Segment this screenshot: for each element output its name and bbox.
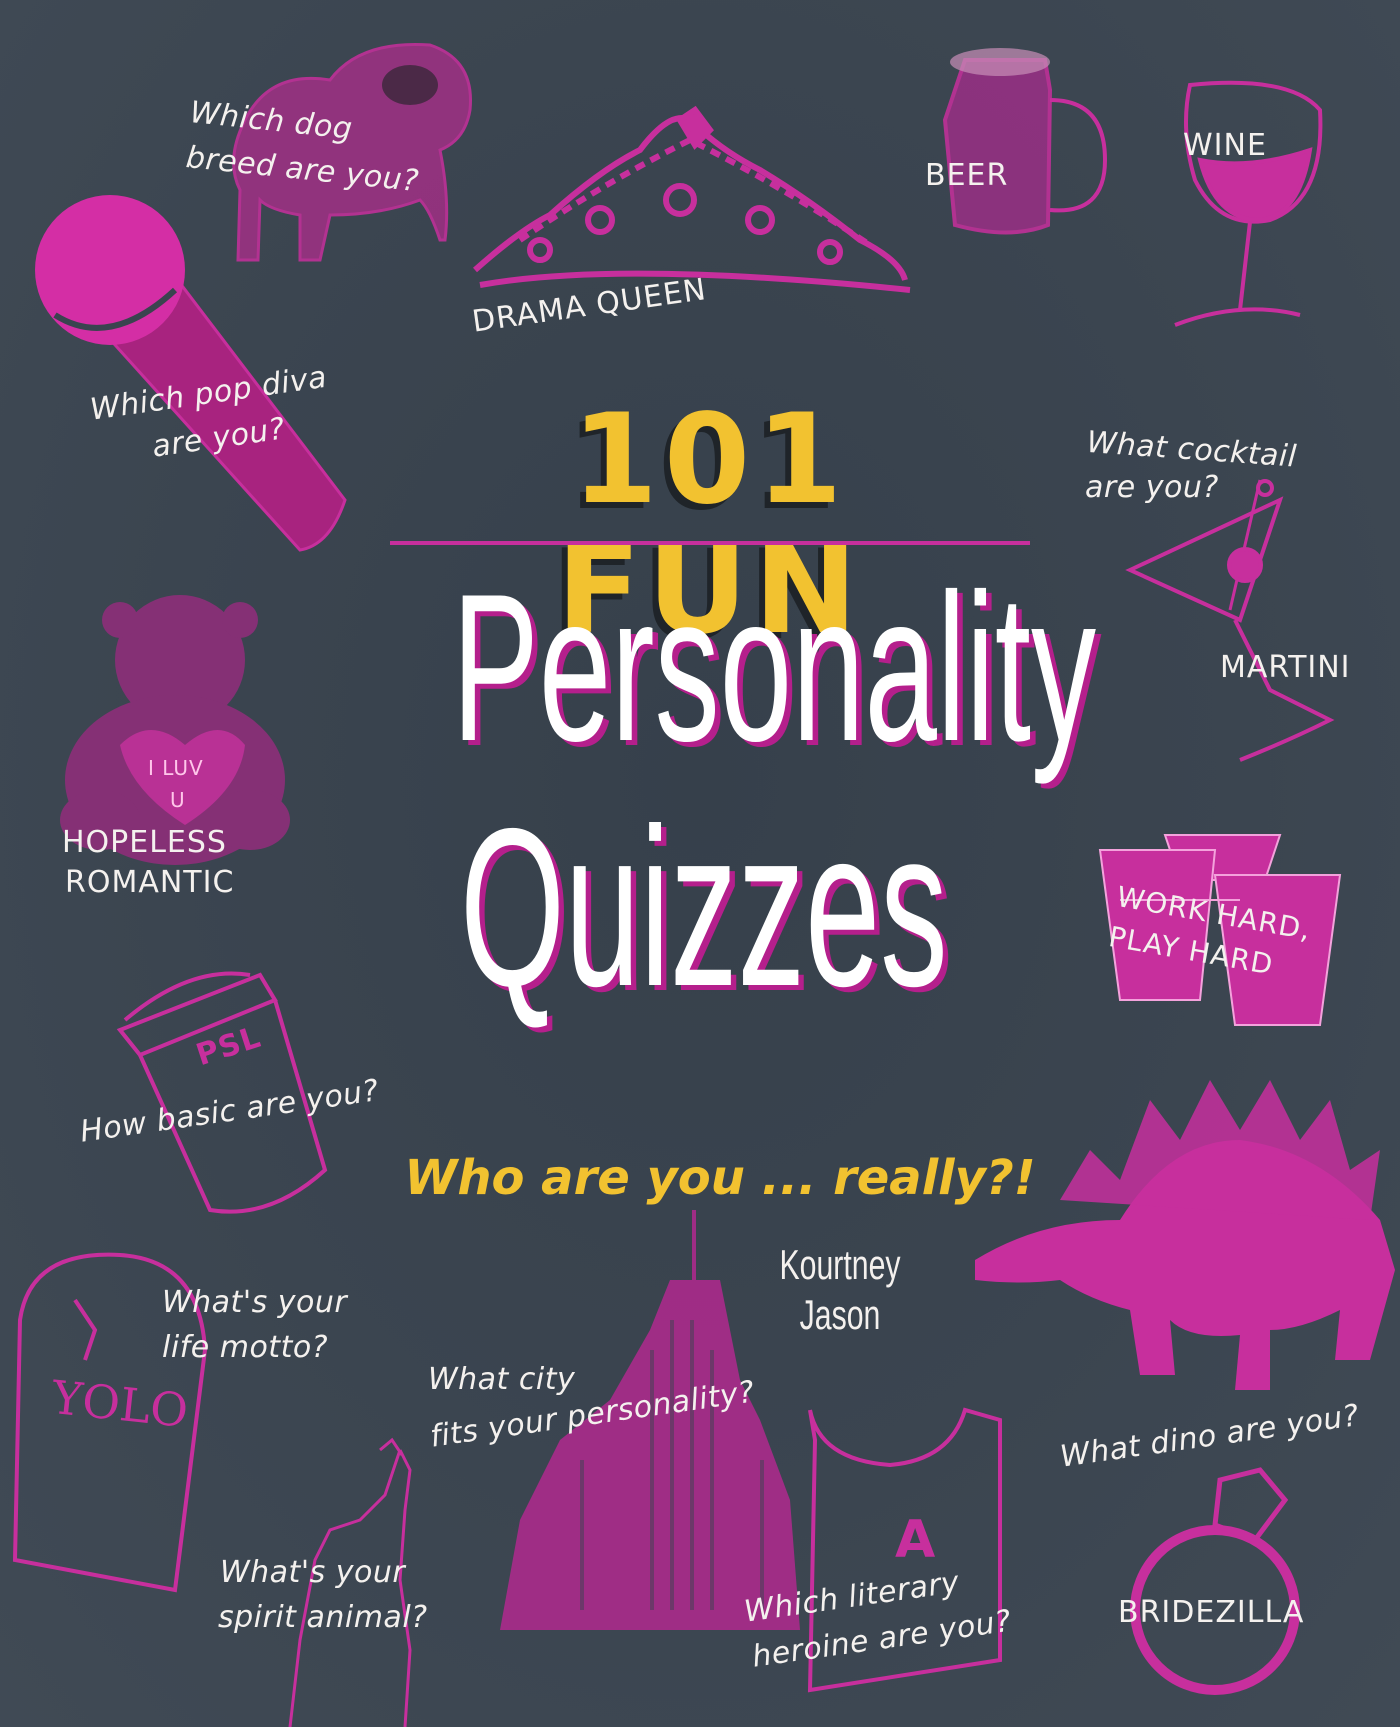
beer-label: BEER [925, 158, 1009, 193]
motto-label-line2: life motto? [162, 1330, 329, 1365]
spirit-label-line1: What's your [220, 1555, 406, 1590]
wine-label: WINE [1183, 128, 1267, 163]
author-name: Kourtney Jason [779, 1241, 901, 1338]
wine-glass-icon [1174, 80, 1323, 327]
spirit-label-line2: spirit animal? [218, 1600, 428, 1635]
title-personality: Personality [452, 550, 1097, 785]
tiara-icon [473, 105, 911, 293]
bridezilla-label: BRIDEZILLA [1118, 1595, 1305, 1630]
motto-label-line1: What's your [162, 1285, 348, 1320]
title-quizzes: Quizzes [460, 781, 948, 1033]
romantic-label-line2: ROMANTIC [65, 865, 235, 900]
beer-mug-icon [942, 48, 1108, 235]
martini-label: MARTINI [1220, 650, 1351, 685]
cocktail-label-line2: are you? [1085, 470, 1219, 505]
book-cover: Which dog breed are you? DRAMA QUEEN BEE… [0, 0, 1400, 1727]
martini-glass-icon [1125, 479, 1335, 762]
city-label-line1: What city [428, 1362, 576, 1397]
tank-top-letter: A [895, 1510, 936, 1570]
title-divider [390, 541, 1030, 545]
teddy-heart-text-line2: U [170, 788, 186, 812]
stegosaurus-icon [975, 1080, 1395, 1390]
teddy-heart-text-line1: I LUV [148, 756, 204, 780]
diamond-ring-icon [1130, 1467, 1300, 1695]
tagline: Who are you ... really?! [404, 1150, 1036, 1206]
romantic-label-line1: HOPELESS [62, 825, 227, 860]
